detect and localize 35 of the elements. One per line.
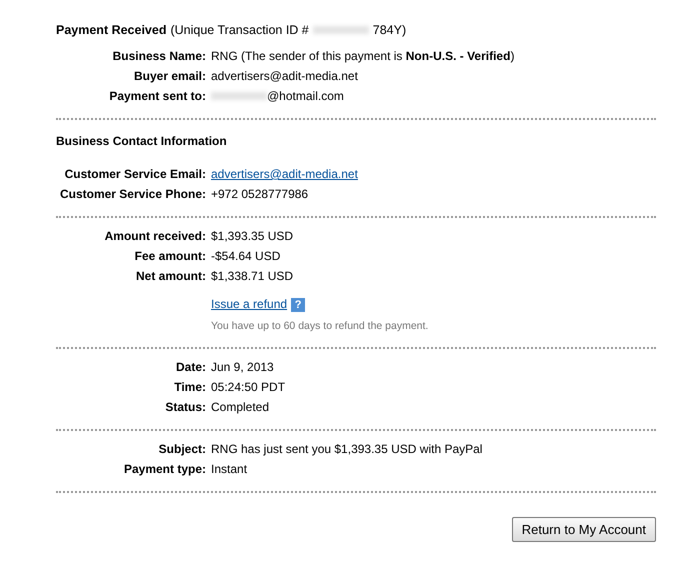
field-label: Status:: [164, 398, 207, 416]
field-value: Instant: [211, 460, 248, 478]
return-button[interactable]: Return to My Account: [512, 516, 656, 542]
field-value: $1,338.71 USD: [211, 268, 294, 285]
redaction-mark: [312, 26, 369, 34]
field-value: 05:24:50 PDT: [211, 378, 286, 396]
section-title: Payment Received: [56, 22, 166, 39]
transaction-id-suffix: 784Y): [372, 22, 406, 39]
field-value: RNG has just sent you $1,393.35 USD with PayPal: [211, 440, 482, 458]
field-label: Time:: [173, 378, 207, 396]
field-label: Customer Service Email:: [64, 166, 207, 183]
refund-link[interactable]: Issue a refund: [211, 297, 288, 311]
field-label: Net amount:: [135, 268, 207, 285]
refund-note: You have up to 60 days to refund the payment.: [211, 319, 428, 334]
field-label: Business Name:: [112, 48, 207, 65]
field-value: advertisers@adit-media.net: [211, 68, 358, 85]
field-value: @hotmail.com: [267, 88, 344, 105]
field-label: Amount received:: [104, 228, 207, 245]
field-label: Fee amount:: [134, 248, 207, 265]
email-link[interactable]: advertisers@adit-media.net: [211, 165, 358, 183]
field-label: Subject:: [158, 440, 207, 458]
field-value: +972 0528777986: [211, 186, 308, 203]
field-value: Completed: [211, 398, 270, 416]
field-value: Jun 9, 2013: [211, 358, 274, 376]
section-heading: Business Contact Information: [56, 133, 228, 150]
field-label: Buyer email:: [132, 68, 207, 85]
field-value: RNG (The sender of this payment is Non-U.S. - Verified): [211, 48, 514, 65]
field-label: Payment type:: [122, 460, 207, 478]
field-value: -$54.64 USD: [211, 248, 280, 265]
field-label: Date:: [174, 358, 207, 376]
redaction-mark: [211, 92, 267, 100]
transaction-id-label: (Unique Transaction ID #: [170, 22, 309, 39]
field-label: Payment sent to:: [108, 88, 207, 105]
field-value: $1,393.35 USD: [211, 228, 294, 245]
field-label: Customer Service Phone:: [58, 186, 207, 203]
